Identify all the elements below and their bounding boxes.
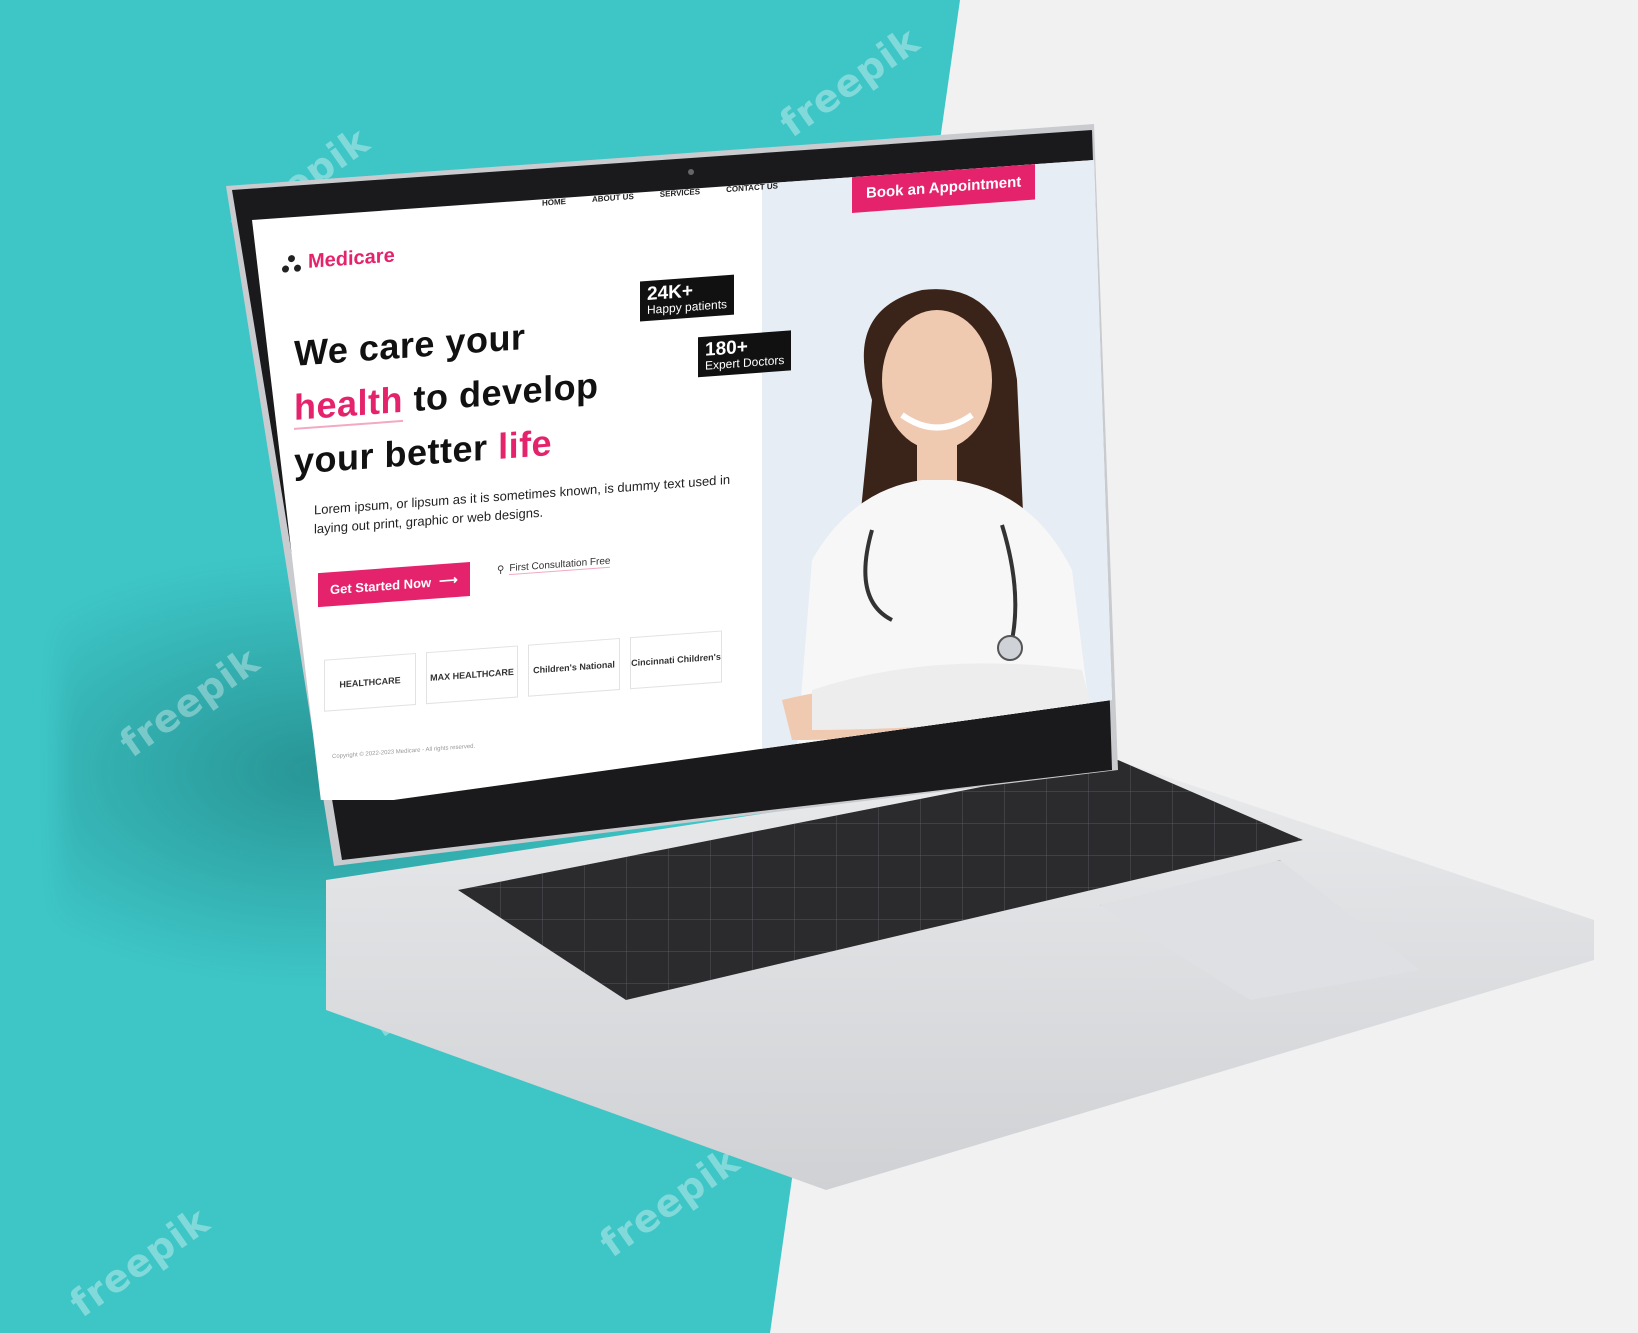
hero-headline: We care your health to develop your bett…: [294, 305, 599, 489]
partner-logo-childrens-national: Children's National: [528, 637, 620, 697]
copyright-text: Copyright © 2022-2023 Medicare - All rig…: [332, 743, 476, 761]
headline-highlight-life: life: [498, 421, 553, 467]
partner-logo-max: MAX HEALTHCARE: [426, 645, 518, 705]
partner-logo-healthcare: HEALTHCARE: [324, 652, 416, 712]
stat-badge-doctors: 180+ Expert Doctors: [698, 330, 792, 378]
headline-line-3-start: your better: [294, 426, 488, 482]
page-content: Medicare HOME ABOUT US SERVICES CONTACT …: [252, 160, 1112, 800]
consultation-label: First Consultation Free: [509, 555, 611, 576]
partner-logo-cincinnati: Cincinnati Children's: [630, 630, 722, 690]
laptop-screen: Medicare HOME ABOUT US SERVICES CONTACT …: [252, 160, 1112, 800]
logo-text: Medicare: [308, 244, 395, 273]
get-started-button[interactable]: Get Started Now ⟶: [318, 562, 470, 608]
nav-about-us[interactable]: ABOUT US: [592, 192, 634, 204]
nav-services[interactable]: SERVICES: [660, 187, 700, 199]
book-appointment-button[interactable]: Book an Appointment: [852, 162, 1036, 213]
nav-contact-us[interactable]: CONTACT US: [726, 181, 778, 194]
user-icon: ⚲: [497, 563, 505, 576]
headline-line-2-rest: to develop: [413, 364, 599, 420]
arrow-right-icon: ⟶: [439, 571, 458, 589]
first-consultation-link[interactable]: ⚲ First Consultation Free: [497, 555, 611, 576]
headline-highlight-health: health: [294, 378, 404, 430]
website-screen: Medicare HOME ABOUT US SERVICES CONTACT …: [252, 160, 1112, 800]
main-nav: HOME ABOUT US SERVICES CONTACT US: [542, 181, 778, 207]
logo-icon: [282, 254, 302, 273]
stat-badge-patients: 24K+ Happy patients: [640, 274, 735, 322]
partner-logos: HEALTHCARE MAX HEALTHCARE Children's Nat…: [324, 630, 722, 712]
get-started-label: Get Started Now: [330, 574, 432, 597]
site-logo[interactable]: Medicare: [282, 245, 395, 276]
nav-home[interactable]: HOME: [542, 197, 566, 208]
